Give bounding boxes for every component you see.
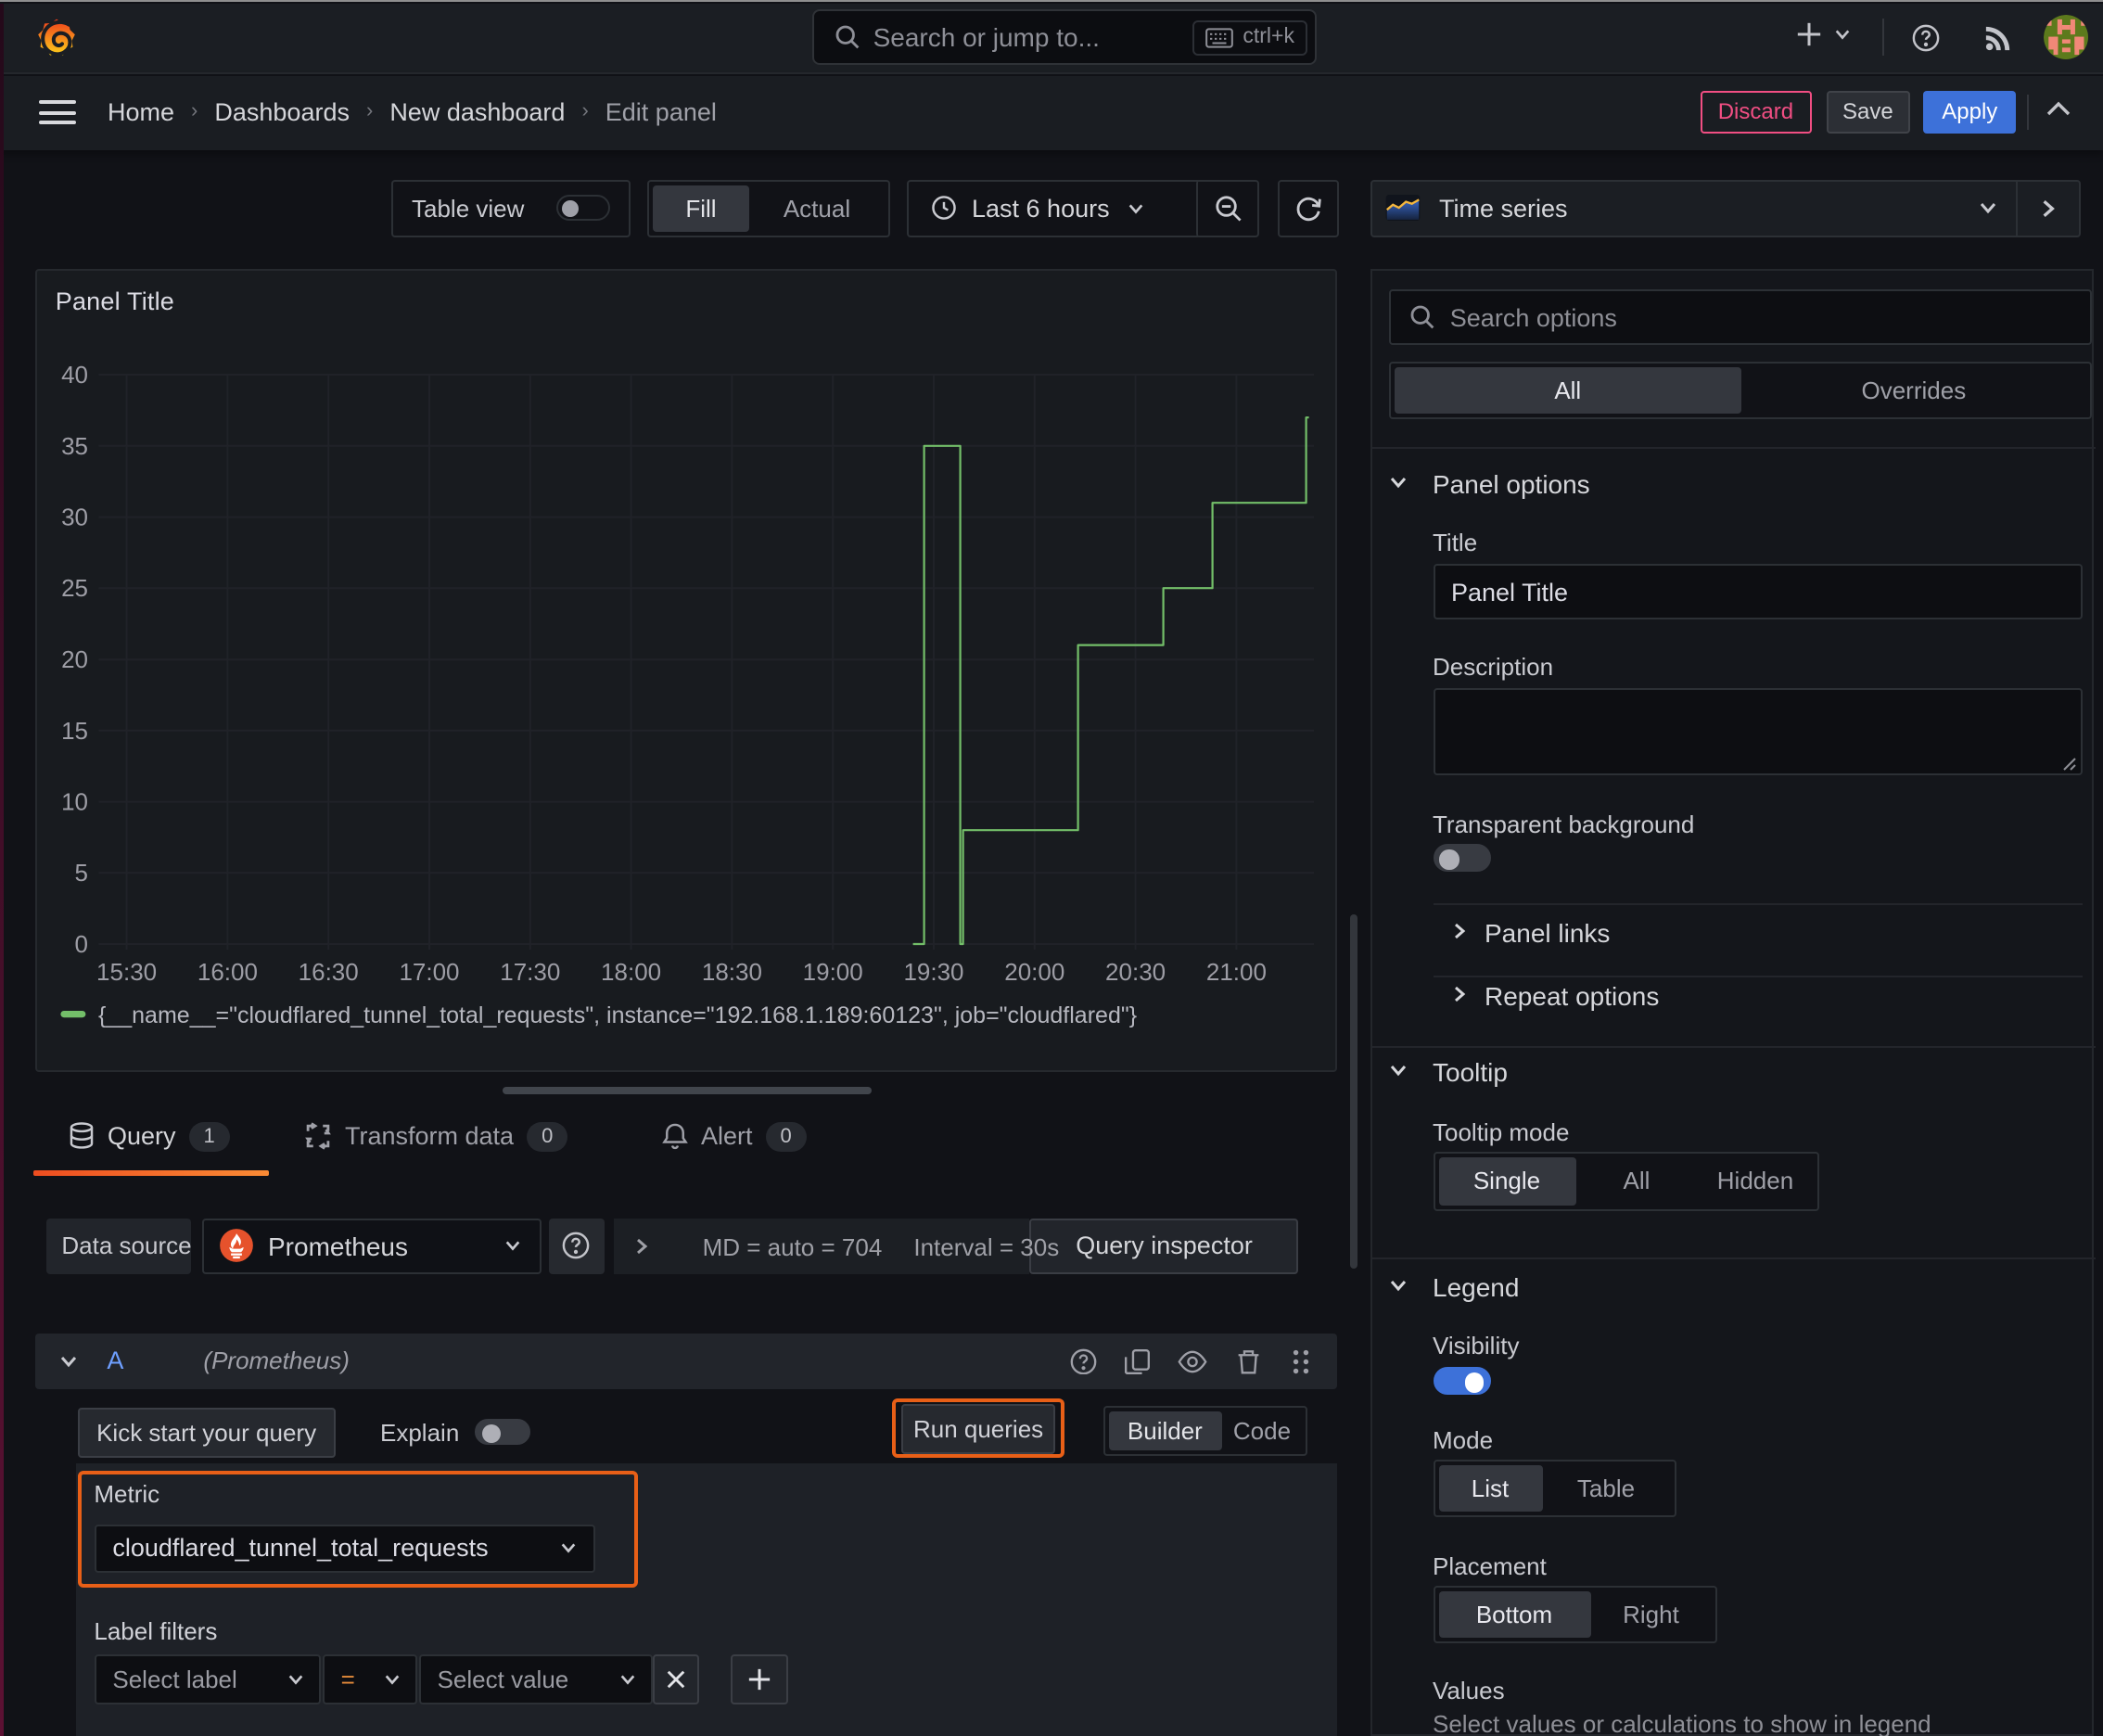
- svg-text:18:00: 18:00: [600, 958, 660, 986]
- svg-text:17:30: 17:30: [500, 958, 560, 986]
- svg-text:21:00: 21:00: [1205, 958, 1266, 986]
- svg-text:19:00: 19:00: [802, 958, 862, 986]
- svg-text:16:00: 16:00: [197, 958, 257, 986]
- svg-text:15: 15: [60, 717, 87, 745]
- svg-text:18:30: 18:30: [701, 958, 761, 986]
- svg-text:{__name__="cloudflared_tunnel_: {__name__="cloudflared_tunnel_total_requ…: [97, 1002, 1136, 1028]
- svg-text:0: 0: [74, 930, 87, 958]
- svg-text:30: 30: [60, 504, 87, 531]
- svg-text:10: 10: [60, 788, 87, 816]
- svg-text:5: 5: [74, 859, 87, 887]
- svg-text:20: 20: [60, 645, 87, 673]
- svg-text:25: 25: [60, 574, 87, 602]
- svg-text:20:00: 20:00: [1004, 958, 1064, 986]
- svg-text:16:30: 16:30: [298, 958, 358, 986]
- svg-text:17:00: 17:00: [399, 958, 459, 986]
- svg-text:19:30: 19:30: [903, 958, 963, 986]
- svg-text:35: 35: [60, 432, 87, 460]
- svg-text:20:30: 20:30: [1104, 958, 1165, 986]
- svg-text:15:30: 15:30: [96, 958, 156, 986]
- svg-text:40: 40: [60, 361, 87, 389]
